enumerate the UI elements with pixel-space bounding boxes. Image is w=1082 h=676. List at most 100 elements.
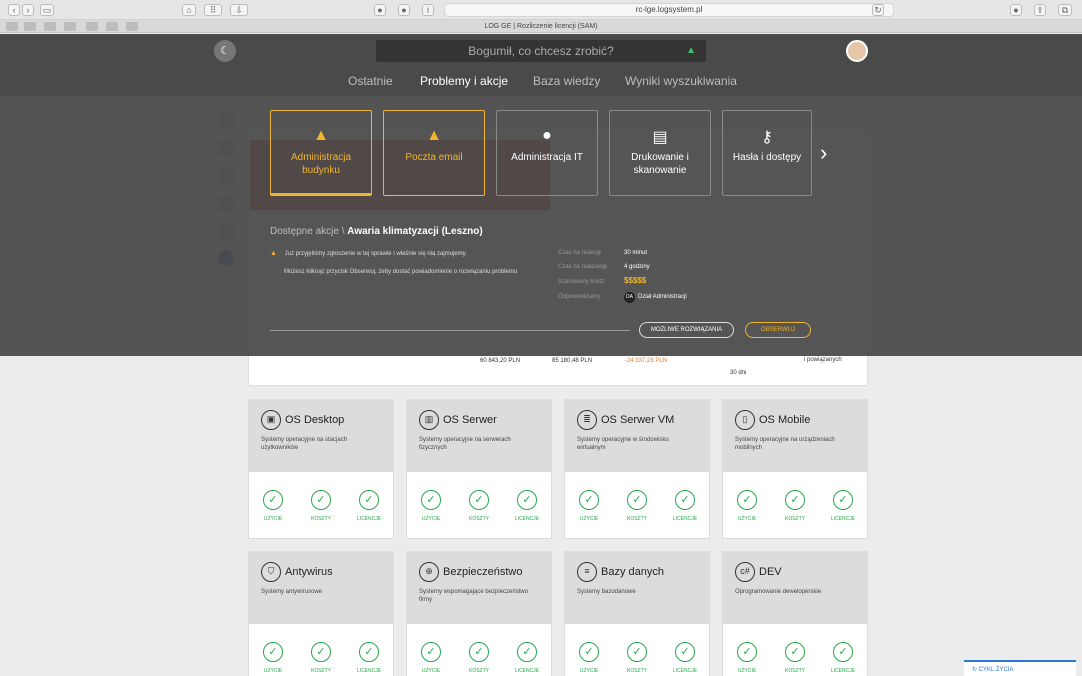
bookmark-icon[interactable] [106,22,118,31]
tile-os-serwer[interactable]: ▥ OS Serwer Systemy operacyjne na serwerac… [406,399,552,539]
grid-icon[interactable]: ⠿ [204,4,222,16]
url-bar[interactable]: rc-lge.logsystem.pl [444,3,894,17]
forward-button[interactable]: › [22,4,34,16]
refresh-icon: ↻ [972,667,978,673]
check-icon[interactable]: ✓ [421,490,441,510]
tab-problemy-i-akcje[interactable]: Problemy i akcje [420,74,508,88]
main-nav: Ostatnie Problemy i akcje Baza wiedzy Wy… [0,66,1082,96]
tile-description: Systemy operacyjne w środowisku wirtualn… [577,437,669,451]
reload-icon[interactable]: ↻ [872,4,884,16]
check-label: KOSZTY [784,516,805,522]
category-drukowanie[interactable]: ▤ Drukowanie i skanowanie [609,110,711,196]
kv-value: 4 godziny [624,264,650,270]
tile-title: OS Mobile [759,414,811,426]
tile-description: Systemy operacyjne na stacjach użytkowni… [261,437,348,451]
check-label: UŻYCIE [263,516,283,522]
sidebar-icon[interactable]: ▭ [40,4,54,16]
check-icon[interactable]: ✓ [785,490,805,510]
check-icon[interactable]: ✓ [675,642,695,662]
tab-baza-wiedzy[interactable]: Baza wiedzy [533,74,600,88]
check-icon[interactable]: ✓ [263,642,283,662]
extension-icon[interactable]: ● [374,4,386,16]
check-icon[interactable]: ✓ [263,490,283,510]
download-icon[interactable]: ⇩ [230,4,248,16]
check-label: UŻYCIE [737,668,757,674]
tile-dev[interactable]: c# DEV Oprogramowanie deweloperskie ✓ UŻYCIE… [722,551,868,676]
cost-estimate: $$$$$ [624,276,647,285]
category-administracja-budynku[interactable]: ▲ Administracja budynku [270,110,372,196]
desktop-icon: ▣ [261,410,281,430]
category-administracja-it[interactable]: ● Administracja IT [496,110,598,196]
check-icon[interactable]: ✓ [517,642,537,662]
tile-title: OS Desktop [285,414,345,426]
check-icon[interactable]: ✓ [359,642,379,662]
chevron-right-icon[interactable]: › [820,140,827,166]
check-icon[interactable]: ✓ [579,490,599,510]
check-icon[interactable]: ✓ [627,490,647,510]
check-icon[interactable]: ✓ [833,642,853,662]
lifecycle-button[interactable]: ↻ CYKL ŻYCIA [964,660,1076,676]
back-button[interactable]: ‹ [8,4,20,16]
tabs-icon[interactable]: ⧉ [1058,4,1072,16]
check-icon[interactable]: ✓ [517,490,537,510]
check-label: KOSZTY [468,668,489,674]
check-icon[interactable]: ✓ [579,642,599,662]
avatar[interactable] [846,40,868,62]
check-icon[interactable]: ✓ [627,642,647,662]
watch-button[interactable]: OBSERWUJ [745,322,811,338]
check-label: UŻYCIE [579,668,599,674]
tile-header: ⛉ Antywirus Systemy antywirusowe [249,552,393,624]
check-icon[interactable]: ✓ [737,490,757,510]
pinterest-icon[interactable]: ● [398,4,410,16]
tile-title: OS Serwer [443,414,497,426]
bookmark-icon[interactable] [6,22,18,31]
bookmark-icon[interactable] [126,22,138,31]
bookmark-icon[interactable] [24,22,36,31]
check-icon[interactable]: ✓ [469,642,489,662]
check-icon[interactable]: ✓ [469,490,489,510]
search-input[interactable]: Bogumił, co chcesz zrobić? ▲ [376,40,706,62]
code-icon: c# [735,562,755,582]
info-icon[interactable]: i [422,4,434,16]
home-icon[interactable]: ⌂ [182,4,196,16]
share-icon[interactable]: ⇪ [1034,4,1046,16]
bookmark-icon[interactable] [64,22,76,31]
tile-description: Oprogramowanie deweloperskie [735,589,822,595]
server-icon: ▥ [419,410,439,430]
category-label: Administracja budynku [290,152,352,176]
tab-wyniki-wyszukiwania[interactable]: Wyniki wyszukiwania [625,74,737,88]
check-icon[interactable]: ✓ [311,642,331,662]
check-icon[interactable]: ✓ [421,642,441,662]
tile-title: OS Serwer VM [601,414,675,426]
warning-icon: ▲ [313,127,329,144]
bookmark-icon[interactable] [86,22,98,31]
check-icon[interactable]: ✓ [675,490,695,510]
check-icon[interactable]: ✓ [833,490,853,510]
tile-bezpieczeństwo[interactable]: ⊕ Bezpieczeństwo Systemy wspomagające bezp… [406,551,552,676]
tile-antywirus[interactable]: ⛉ Antywirus Systemy antywirusowe ✓ UŻYCIE ✓ KO… [248,551,394,676]
chevron-up-icon[interactable]: ▲ [686,40,696,62]
responsible: DA Dział Administracji [624,292,687,303]
tile-description: Systemy operacyjne na urządzeniach mobil… [735,437,835,451]
extension-icon-2[interactable]: ● [1010,4,1022,16]
bookmark-icon[interactable] [44,22,56,31]
tile-header: ≣ OS Serwer VM Systemy operacyjne w środow… [565,400,709,472]
solutions-button[interactable]: MOŻLIWE ROZWIĄZANIA [639,322,734,338]
check-icon[interactable]: ✓ [311,490,331,510]
check-label: LICENCJE [514,668,540,674]
mobile-icon: ▯ [735,410,755,430]
tile-os-mobile[interactable]: ▯ OS Mobile Systemy operacyjne na urządzen… [722,399,868,539]
tile-os-serwer-vm[interactable]: ≣ OS Serwer VM Systemy operacyjne w środow… [564,399,710,539]
category-poczta-email[interactable]: ▲ Poczta email [383,110,485,196]
check-icon[interactable]: ✓ [785,642,805,662]
tile-bazy-danych[interactable]: ≡ Bazy danych Systemy bazodanowe ✓ UŻYCIE ✓ KO… [564,551,710,676]
category-hasla-i-dostepy[interactable]: ⚷ Hasła i dostępy [722,110,812,196]
server-vm-icon: ≣ [577,410,597,430]
check-label: UŻYCIE [579,516,599,522]
tile-os-desktop[interactable]: ▣ OS Desktop Systemy operacyjne na stacjac… [248,399,394,539]
check-icon[interactable]: ✓ [737,642,757,662]
tab-ostatnie[interactable]: Ostatnie [348,74,393,88]
check-icon[interactable]: ✓ [359,490,379,510]
logo-icon[interactable]: ☾ [214,40,236,62]
tile-title: DEV [759,566,782,578]
